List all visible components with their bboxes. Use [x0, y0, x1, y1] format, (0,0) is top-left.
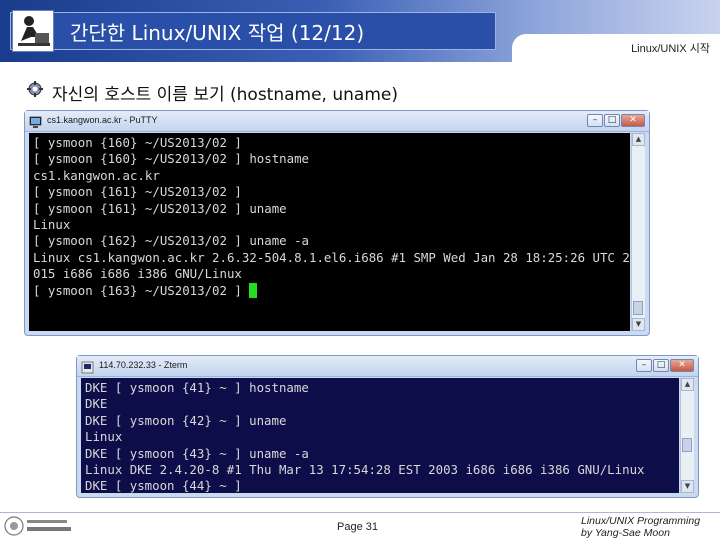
putty-close-button[interactable]: ✕	[621, 114, 645, 127]
terminal-line: [ ysmoon {160} ~/US2013/02 ]	[33, 135, 242, 150]
terminal-line: DKE [ ysmoon {43} ~ ] uname -a	[85, 445, 309, 461]
putty-app-icon	[29, 114, 42, 128]
scrollbar-thumb[interactable]	[633, 301, 643, 315]
terminal-prompt-line[interactable]: [ ysmoon {163} ~/US2013/02 ]	[29, 282, 630, 299]
page-number: Page 31	[337, 521, 378, 533]
page-title: 간단한 Linux/UNIX 작업 (12/12)	[70, 21, 365, 45]
scroll-up-arrow-icon[interactable]: ▲	[632, 133, 645, 146]
terminal-line: [ ysmoon {162} ~/US2013/02 ] uname -a	[33, 233, 310, 249]
terminal-line: [ ysmoon {161} ~/US2013/02 ] uname	[33, 200, 287, 216]
zterm-minimize-button[interactable]: –	[636, 359, 652, 372]
terminal-line: Linux cs1.kangwon.ac.kr 2.6.32-504.8.1.e…	[33, 249, 630, 265]
putty-minimize-button[interactable]: –	[587, 114, 603, 127]
terminal-prompt-text: [ ysmoon {163} ~/US2013/02 ]	[33, 282, 250, 298]
section-label: Linux/UNIX 시작	[631, 43, 710, 55]
zterm-maximize-button[interactable]: □	[653, 359, 669, 372]
putty-scrollbar[interactable]: ▲ ▼	[631, 133, 645, 331]
zterm-close-button[interactable]: ✕	[670, 359, 694, 372]
terminal-line: Linux DKE 2.4.20-8 #1 Thu Mar 13 17:54:2…	[85, 462, 645, 478]
terminal-line: Linux	[85, 429, 123, 445]
terminal-line: cs1.kangwon.ac.kr	[33, 167, 160, 183]
terminal-cursor	[249, 282, 258, 298]
footer-credit-line2: by Yang-Sae Moon	[581, 527, 670, 539]
footer-credit: Linux/UNIX Programming by Yang-Sae Moon	[581, 515, 700, 539]
bullet-gear-icon	[26, 80, 44, 98]
putty-titlebar[interactable]: cs1.kangwon.ac.kr - PuTTY – □ ✕	[25, 111, 649, 132]
putty-window[interactable]: cs1.kangwon.ac.kr - PuTTY – □ ✕ [ ysmoon…	[24, 110, 650, 336]
terminal-line: DKE	[85, 396, 108, 412]
footer-divider	[0, 512, 720, 513]
terminal-line: [ ysmoon {161} ~/US2013/02 ]	[33, 184, 242, 200]
terminal-line: DKE [ ysmoon {41} ~ ] hostname	[85, 380, 309, 395]
bullet-text: 자신의 호스트 이름 보기 (hostname, uname)	[52, 85, 398, 105]
putty-window-title: cs1.kangwon.ac.kr - PuTTY	[47, 115, 158, 125]
section-tab: Linux/UNIX 시작	[512, 34, 720, 62]
zterm-terminal[interactable]: DKE [ ysmoon {41} ~ ] hostname DKE DKE […	[81, 378, 679, 493]
terminal-line: Linux	[33, 217, 71, 233]
terminal-line: DKE [ ysmoon {42} ~ ] uname	[85, 412, 287, 428]
presenter-logo-icon	[12, 10, 54, 52]
putty-maximize-button[interactable]: □	[604, 114, 620, 127]
zterm-titlebar[interactable]: 114.70.232.33 - Zterm – □ ✕	[77, 356, 698, 377]
zterm-window-title: 114.70.232.33 - Zterm	[99, 360, 188, 370]
footer-credit-line1: Linux/UNIX Programming	[581, 515, 701, 527]
university-logo-icon	[3, 515, 73, 537]
putty-terminal[interactable]: [ ysmoon {160} ~/US2013/02 ] [ ysmoon {1…	[29, 133, 630, 331]
zterm-app-icon	[81, 359, 94, 374]
scroll-down-arrow-icon[interactable]: ▼	[681, 480, 694, 493]
terminal-line: 015 i686 i686 i386 GNU/Linux	[33, 266, 242, 282]
scroll-down-arrow-icon[interactable]: ▼	[632, 318, 645, 331]
terminal-prompt-line[interactable]: DKE [ ysmoon {44} ~ ]	[81, 478, 679, 493]
zterm-scrollbar[interactable]: ▲ ▼	[680, 378, 694, 493]
scrollbar-thumb[interactable]	[682, 438, 692, 452]
scroll-up-arrow-icon[interactable]: ▲	[681, 378, 694, 391]
zterm-window[interactable]: 114.70.232.33 - Zterm – □ ✕ DKE [ ysmoon…	[76, 355, 699, 498]
terminal-line: [ ysmoon {160} ~/US2013/02 ] hostname	[33, 151, 310, 167]
